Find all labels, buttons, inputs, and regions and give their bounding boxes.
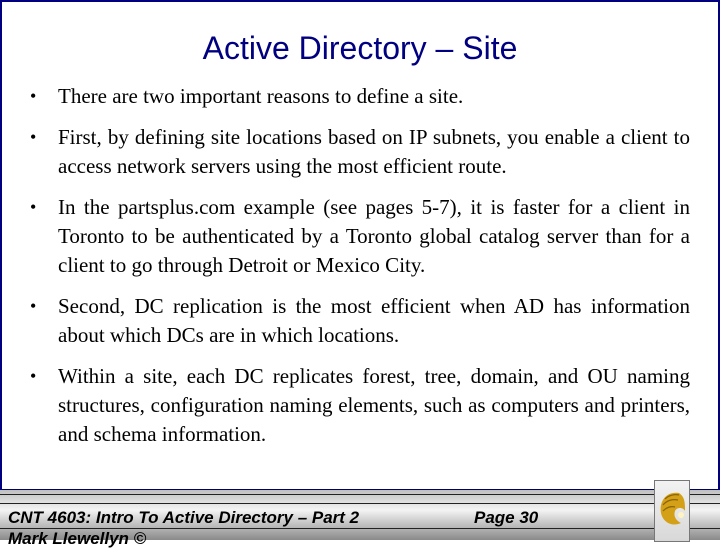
bullet-item: • There are two important reasons to defi…	[30, 82, 690, 111]
bullet-text: First, by defining site locations based …	[58, 125, 690, 178]
footer-course: CNT 4603: Intro To Active Directory – Pa…	[8, 508, 360, 527]
footer-divider	[0, 503, 720, 504]
logo-box	[654, 480, 690, 542]
bullet-icon: •	[30, 86, 37, 106]
bullet-icon: •	[30, 197, 37, 217]
footer-page-number: Page 30	[474, 508, 539, 527]
bullet-item: • Within a site, each DC replicates fores…	[30, 362, 690, 449]
bullet-item: • In the partsplus.com example (see pages…	[30, 193, 690, 280]
bullet-text: In the partsplus.com example (see pages …	[58, 195, 690, 277]
bullet-text: Within a site, each DC replicates forest…	[58, 364, 690, 446]
pegasus-logo-icon	[660, 492, 685, 525]
bullet-icon: •	[30, 366, 37, 386]
bullet-item: • First, by defining site locations based…	[30, 123, 690, 181]
bullet-list: • There are two important reasons to defi…	[30, 82, 690, 461]
bullet-item: • Second, DC replication is the most effi…	[30, 292, 690, 350]
footer-divider	[0, 494, 720, 495]
footer-bar: CNT 4603: Intro To Active Directory – Pa…	[0, 490, 720, 548]
slide-title: Active Directory – Site	[202, 30, 518, 66]
bullet-icon: •	[30, 127, 37, 147]
bullet-icon: •	[30, 296, 37, 316]
bullet-text: There are two important reasons to defin…	[58, 84, 464, 108]
bullet-text: Second, DC replication is the most effic…	[58, 294, 690, 347]
footer-author: Mark Llewellyn ©	[8, 529, 147, 548]
